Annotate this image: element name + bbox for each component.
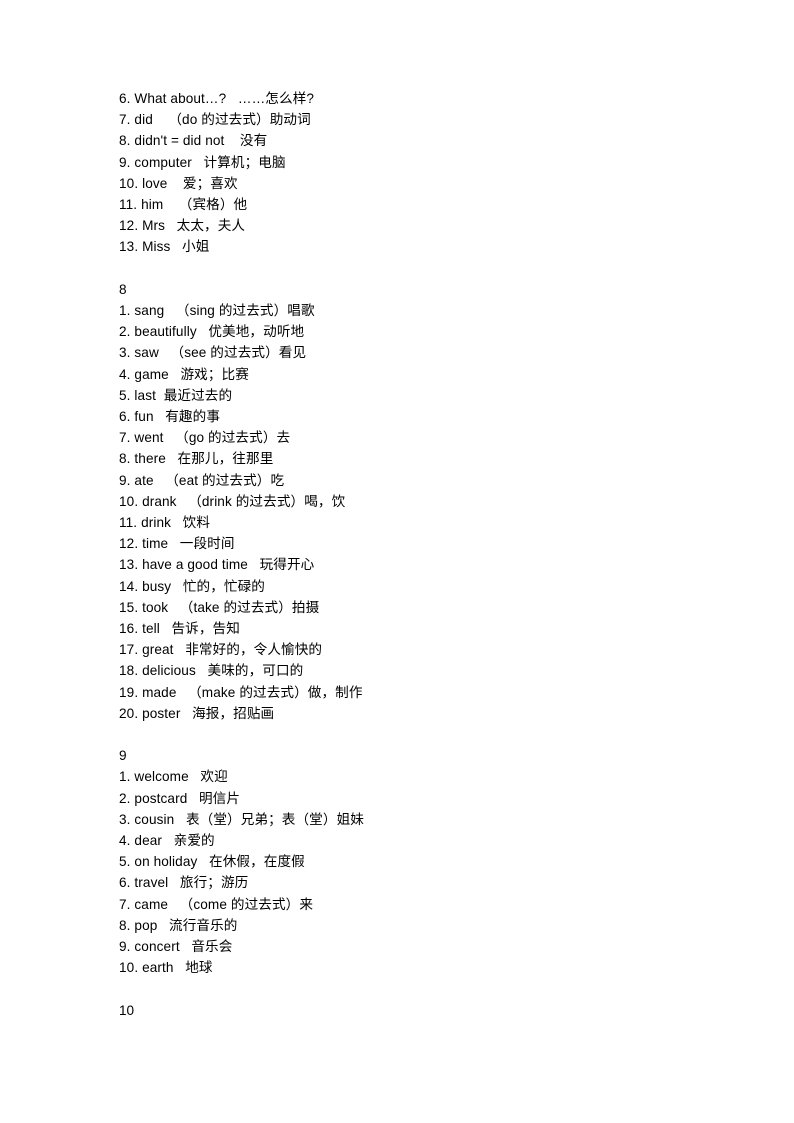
vocabulary-entry: 2. beautifully 优美地，动听地	[119, 324, 305, 340]
vocabulary-section: 9 1. welcome 欢迎 2. postcard 明信片 3. cousin 表…	[119, 745, 719, 978]
vocabulary-entry: 7. did （do 的过去式）助动词	[119, 112, 311, 128]
vocabulary-entry: 1. welcome 欢迎	[119, 769, 228, 785]
vocabulary-entry: 6. fun 有趣的事	[119, 409, 221, 425]
vocabulary-entry: 15. took （take 的过去式）拍摄	[119, 599, 320, 615]
vocabulary-entry: 11. him （宾格）他	[119, 197, 248, 213]
vocabulary-entry: 6. What about…? ……怎么样?	[119, 91, 315, 106]
vocabulary-entry: 5. on holiday 在休假，在度假	[119, 854, 305, 870]
vocabulary-section: 6. What about…? ……怎么样? 7. did （do 的过去式）助动…	[119, 88, 719, 258]
vocabulary-entry: 5. last 最近过去的	[119, 387, 233, 403]
vocabulary-entry: 9. computer 计算机；电脑	[119, 154, 286, 170]
vocabulary-entry: 2. postcard 明信片	[119, 790, 241, 806]
vocabulary-entry: 19. made （make 的过去式）做，制作	[119, 684, 363, 700]
vocabulary-entry: 13. have a good time 玩得开心	[119, 557, 315, 573]
vocabulary-entry: 8. pop 流行音乐的	[119, 917, 238, 933]
vocabulary-entry: 12. Mrs 太太，夫人	[119, 218, 246, 234]
vocabulary-section: 10	[119, 1000, 719, 1021]
vocabulary-entry: 8. didn't = did not 没有	[119, 133, 268, 149]
vocabulary-entry: 13. Miss 小姐	[119, 239, 210, 255]
section-number: 8	[119, 281, 127, 297]
vocabulary-entry: 9. ate （eat 的过去式）吃	[119, 472, 285, 488]
vocabulary-entry: 18. delicious 美味的，可口的	[119, 663, 304, 679]
vocabulary-entry: 10. drank （drink 的过去式）喝，饮	[119, 493, 346, 509]
vocabulary-entry: 1. sang （sing 的过去式）唱歌	[119, 303, 315, 319]
vocabulary-section: 8 1. sang （sing 的过去式）唱歌 2. beautifully 优美地…	[119, 279, 719, 724]
vocabulary-entry: 3. saw （see 的过去式）看见	[119, 345, 307, 361]
vocabulary-entry: 10. earth 地球	[119, 960, 213, 976]
vocabulary-entry: 7. went （go 的过去式）去	[119, 430, 291, 446]
vocabulary-entry: 4. game 游戏；比赛	[119, 366, 249, 382]
vocabulary-entry: 12. time 一段时间	[119, 536, 235, 552]
section-number: 9	[119, 748, 127, 764]
vocabulary-entry: 10. love 爱；喜欢	[119, 175, 238, 191]
vocabulary-entry: 16. tell 告诉，告知	[119, 621, 240, 637]
vocabulary-entry: 4. dear 亲爱的	[119, 833, 215, 849]
vocabulary-entry: 14. busy 忙的，忙碌的	[119, 578, 265, 594]
vocabulary-entry: 6. travel 旅行；游历	[119, 875, 249, 891]
vocabulary-entry: 9. concert 音乐会	[119, 939, 233, 955]
vocabulary-entry: 3. cousin 表（堂）兄弟；表（堂）姐妹	[119, 811, 364, 827]
vocabulary-entry: 11. drink 饮料	[119, 515, 211, 531]
vocabulary-entry: 20. poster 海报，招贴画	[119, 705, 275, 721]
document-page: 6. What about…? ……怎么样? 7. did （do 的过去式）助动…	[0, 0, 794, 1123]
vocabulary-entry: 8. there 在那儿，往那里	[119, 451, 274, 467]
section-number: 10	[119, 1002, 135, 1018]
vocabulary-entry: 7. came （come 的过去式）来	[119, 896, 314, 912]
vocabulary-list-body: 6. What about…? ……怎么样? 7. did （do 的过去式）助动…	[119, 88, 719, 1021]
vocabulary-entry: 17. great 非常好的，令人愉快的	[119, 642, 323, 658]
